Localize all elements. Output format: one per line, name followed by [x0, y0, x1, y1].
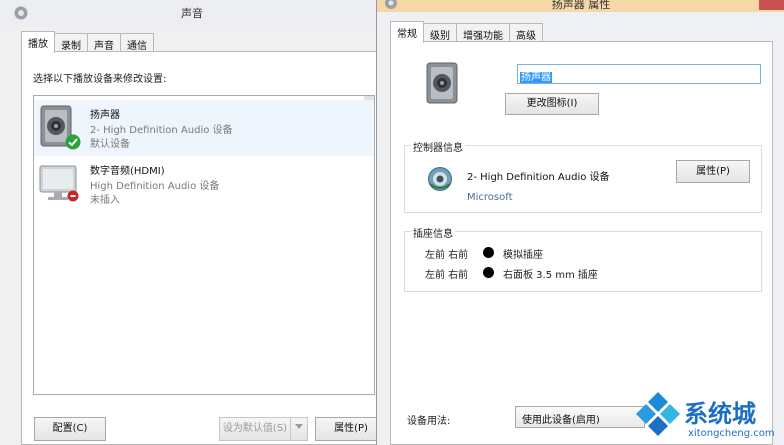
tab-levels[interactable]: 级别	[423, 23, 457, 43]
device-name-input[interactable]: 扬声器	[517, 64, 761, 84]
jack-channels: 左前 右前	[425, 250, 469, 261]
change-icon-button[interactable]: 更改图标(I)	[505, 93, 599, 115]
configure-button[interactable]: 配置(C)	[34, 417, 106, 441]
device-description: 2- High Definition Audio 设备	[90, 125, 233, 136]
check-icon	[65, 134, 81, 150]
tab-recording[interactable]: 录制	[54, 33, 88, 53]
jack-description: 模拟插座	[503, 250, 543, 261]
controller-manufacturer: Microsoft	[467, 192, 513, 203]
jack-color-dot	[483, 267, 494, 278]
close-button[interactable]	[759, 0, 784, 10]
jack-info-label: 插座信息	[411, 225, 455, 240]
device-list[interactable]: 扬声器 2- High Definition Audio 设备 默认设备 数字音…	[33, 95, 375, 395]
device-status: 未插入	[90, 195, 120, 206]
chevron-down-icon	[295, 424, 303, 429]
jack-description: 右面板 3.5 mm 插座	[503, 270, 598, 281]
tab-general[interactable]: 常规	[390, 21, 424, 43]
tab-advanced[interactable]: 高级	[509, 23, 543, 43]
tab-sounds[interactable]: 声音	[87, 33, 121, 53]
sound-tabs: 播放 录制 声音 通信	[21, 31, 154, 53]
set-default-dropdown[interactable]	[290, 417, 308, 441]
controller-properties-button[interactable]: 属性(P)	[676, 160, 750, 183]
unplugged-icon	[67, 190, 79, 202]
watermark-url: xitongcheng.com	[688, 428, 775, 439]
audio-controller-icon	[428, 167, 452, 191]
watermark-brand: 系统城	[684, 400, 756, 428]
device-usage-label: 设备用法:	[407, 416, 451, 427]
tab-playback[interactable]: 播放	[21, 31, 55, 53]
playback-panel: 选择以下播放设备来修改设置: 扬声器 2- High Definition Au…	[21, 51, 379, 445]
device-item-hdmi[interactable]: 数字音频(HDMI) High Definition Audio 设备 未插入	[34, 156, 374, 212]
jack-info-group: 插座信息 左前 右前 模拟插座 左前 右前 右面板 3.5 mm 插座	[404, 225, 762, 292]
jack-channels: 左前 右前	[425, 270, 469, 281]
general-panel: 扬声器 更改图标(I) 控制器信息 2- High Definition Aud…	[390, 41, 773, 445]
sound-dialog: 声音 播放 录制 声音 通信 选择以下播放设备来修改设置: 扬声器 2- Hig…	[0, 0, 387, 445]
properties-titlebar[interactable]: 扬声器 属性	[377, 0, 784, 12]
controller-device-name: 2- High Definition Audio 设备	[467, 172, 610, 183]
watermark-logo-icon	[636, 392, 680, 436]
watermark: 系统城 xitongcheng.com	[630, 388, 784, 445]
window-title: 扬声器 属性	[551, 0, 611, 11]
instruction-text: 选择以下播放设备来修改设置:	[33, 74, 167, 85]
device-name-text: 扬声器	[520, 72, 552, 83]
speaker-properties-dialog: 扬声器 属性 常规 级别 增强功能 高级 扬声器 更改图标(I) 控制器信息 2…	[376, 0, 784, 445]
jack-color-dot	[483, 247, 494, 258]
device-usage-value: 使用此设备(启用)	[522, 415, 600, 426]
controller-info-group: 控制器信息 2- High Definition Audio 设备 Micros…	[404, 139, 762, 213]
device-name: 扬声器	[90, 110, 120, 121]
tab-enhancements[interactable]: 增强功能	[456, 23, 510, 43]
speaker-icon	[426, 62, 458, 104]
device-description: High Definition Audio 设备	[90, 181, 220, 192]
device-name: 数字音频(HDMI)	[90, 166, 165, 177]
window-title: 声音	[181, 7, 203, 20]
controller-info-label: 控制器信息	[411, 139, 465, 154]
tab-communications[interactable]: 通信	[120, 33, 154, 53]
device-item-speaker[interactable]: 扬声器 2- High Definition Audio 设备 默认设备	[34, 100, 374, 156]
properties-tabs: 常规 级别 增强功能 高级	[390, 21, 543, 43]
sound-titlebar[interactable]: 声音	[0, 0, 384, 26]
device-usage-select[interactable]: 使用此设备(启用)	[515, 406, 645, 428]
set-default-button[interactable]: 设为默认值(S)	[219, 417, 291, 441]
device-status: 默认设备	[90, 139, 130, 150]
